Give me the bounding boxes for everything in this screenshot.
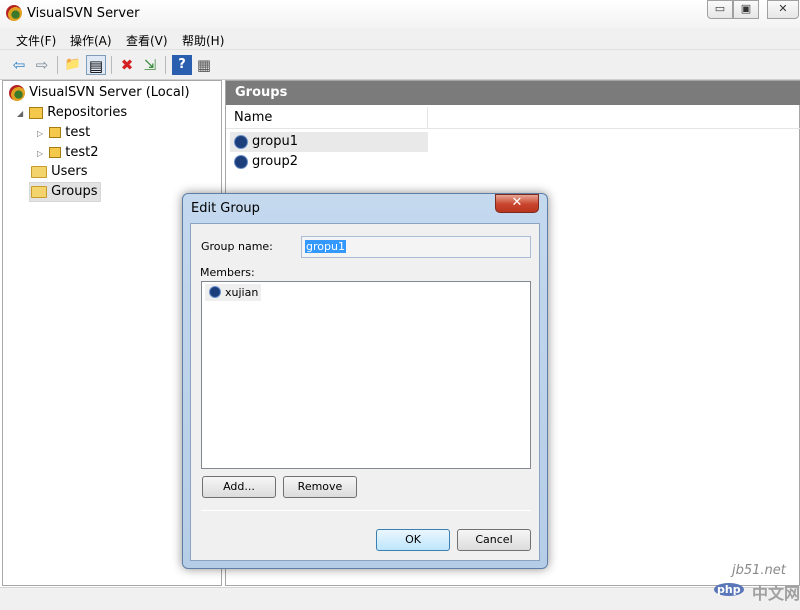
watermark-url: jb51.net: [732, 563, 786, 578]
list-item[interactable]: gropu1: [230, 132, 428, 152]
close-window-button[interactable]: ✕: [767, 0, 799, 19]
dialog-separator: [201, 510, 531, 511]
tree-item-label: Repositories: [47, 105, 128, 120]
title-bar: VisualSVN Server ▭ ▣ ✕: [0, 0, 800, 28]
delete-icon[interactable]: ✖: [117, 55, 137, 75]
dialog-title: Edit Group: [191, 201, 260, 216]
members-list[interactable]: xujian: [201, 281, 531, 469]
visualsvn-server-icon: [9, 84, 25, 101]
dialog-body: Group name: gropu1 Members: xujian Add..…: [190, 223, 540, 561]
group-name-label: Group name:: [201, 240, 273, 253]
tree-item-label: Groups: [51, 184, 98, 199]
list-item-label: group2: [252, 154, 299, 169]
group-icon: [234, 155, 248, 169]
user-icon: [209, 286, 221, 298]
toolbar-separator: [165, 56, 166, 74]
export-list-icon[interactable]: ⇲: [140, 55, 160, 75]
back-arrow-icon[interactable]: ⇦: [9, 55, 29, 75]
tree-item-label: VisualSVN Server (Local): [29, 85, 190, 100]
tree-item-label: test2: [65, 145, 99, 160]
repository-icon: [49, 127, 62, 138]
forward-arrow-icon[interactable]: ⇨: [32, 55, 52, 75]
member-item[interactable]: xujian: [205, 284, 261, 301]
pane-title: Groups: [226, 81, 800, 105]
php-badge: php: [714, 583, 744, 596]
console-tree-icon[interactable]: ▤: [86, 55, 106, 75]
menu-file[interactable]: 文件(F): [16, 32, 56, 49]
expand-arrow-icon[interactable]: ◢: [17, 104, 25, 124]
cancel-button[interactable]: Cancel: [457, 529, 531, 551]
repositories-icon: [29, 106, 44, 119]
add-member-button[interactable]: Add...: [202, 476, 276, 498]
column-header-name[interactable]: Name: [226, 107, 800, 129]
folder-icon: [31, 185, 47, 198]
watermark-cn: 中文网: [752, 584, 800, 603]
menu-view[interactable]: 查看(V): [126, 32, 168, 49]
tree-item-repositories[interactable]: ◢ Repositories: [17, 103, 127, 123]
tree-item-server[interactable]: VisualSVN Server (Local): [9, 83, 190, 103]
toolbar: ⇦ ⇨ 📁 ▤ ✖ ⇲ ? ▦: [0, 50, 800, 80]
menu-bar: 文件(F) 操作(A) 查看(V) 帮助(H): [0, 28, 800, 50]
list-item-label: gropu1: [252, 134, 299, 149]
remove-member-button[interactable]: Remove: [283, 476, 357, 498]
watermark-php-logo: php: [714, 582, 744, 597]
window-title: VisualSVN Server: [27, 6, 140, 21]
toolbar-separator: [111, 56, 112, 74]
tree-item-repo-test[interactable]: ▷ test: [37, 123, 90, 143]
ok-button[interactable]: OK: [376, 529, 450, 551]
view-pane-icon[interactable]: ▦: [194, 55, 214, 75]
group-name-input[interactable]: gropu1: [301, 236, 531, 258]
tree-item-groups[interactable]: Groups: [31, 182, 98, 202]
dialog-close-button[interactable]: ✕: [495, 194, 539, 213]
folder-icon: [31, 165, 47, 178]
minimize-button[interactable]: ▭: [707, 0, 733, 19]
tree-item-label: Users: [51, 164, 88, 179]
collapse-arrow-icon[interactable]: ▷: [37, 144, 45, 164]
group-icon: [234, 135, 248, 149]
tree-item-label: test: [65, 125, 91, 140]
collapse-arrow-icon[interactable]: ▷: [37, 124, 45, 144]
tree-item-repo-test2[interactable]: ▷ test2: [37, 143, 99, 163]
list-item[interactable]: group2: [230, 152, 428, 172]
members-label: Members:: [200, 266, 255, 279]
menu-help[interactable]: 帮助(H): [182, 32, 224, 49]
edit-group-dialog: Edit Group ✕ Group name: gropu1 Members:…: [182, 193, 548, 569]
tree-item-users[interactable]: Users: [31, 162, 88, 182]
toolbar-separator: [57, 56, 58, 74]
menu-action[interactable]: 操作(A): [70, 32, 112, 49]
member-label: xujian: [225, 286, 259, 299]
repository-icon: [49, 147, 62, 158]
folder-up-icon[interactable]: 📁: [63, 55, 83, 75]
status-bar: [0, 587, 800, 610]
column-separator[interactable]: [427, 107, 428, 129]
visualsvn-logo-icon: [6, 5, 22, 21]
help-icon[interactable]: ?: [172, 55, 192, 75]
group-name-value: gropu1: [305, 240, 346, 253]
maximize-button[interactable]: ▣: [733, 0, 759, 19]
